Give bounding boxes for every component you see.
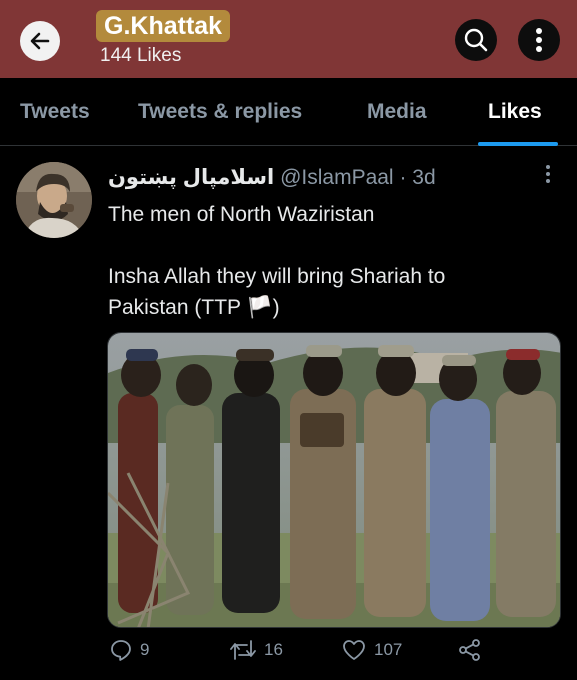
active-tab-indicator [478, 142, 558, 146]
more-vertical-icon [536, 28, 542, 52]
tweet-text-line: The men of North Waziristan [108, 203, 375, 226]
tab-likes[interactable]: Likes [488, 78, 542, 146]
retweet-button[interactable]: 16 [230, 639, 283, 661]
tweet-text: The men of North Waziristan Insha Allah … [108, 199, 548, 323]
separator-dot: · [399, 166, 407, 189]
reply-icon [111, 640, 131, 661]
tweet-time[interactable]: 3d [412, 166, 435, 189]
back-arrow-icon [30, 32, 50, 50]
retweet-icon [230, 640, 256, 660]
share-icon [459, 639, 480, 661]
user-handle[interactable]: @IslamPaal [280, 166, 394, 189]
tweet-media-photo[interactable] [107, 332, 561, 628]
more-options-button[interactable] [518, 19, 560, 61]
reply-button[interactable]: 9 [110, 639, 149, 661]
tweet[interactable]: اسلامپال پښتون @IslamPaal · 3d The men o… [0, 147, 577, 680]
more-vertical-icon [546, 165, 550, 183]
tweet-actions: 9 16 107 [0, 639, 577, 669]
tweet-more-button[interactable] [538, 163, 558, 187]
reply-count: 9 [140, 640, 150, 659]
back-button[interactable] [20, 21, 60, 61]
heart-icon [343, 640, 365, 660]
search-button[interactable] [455, 19, 497, 61]
profile-header: G.Khattak 144 Likes [0, 0, 577, 78]
profile-title: G.Khattak [96, 10, 231, 42]
avatar[interactable] [16, 162, 92, 238]
likes-count: 144 Likes [100, 45, 182, 66]
like-count: 107 [374, 640, 403, 659]
like-button[interactable]: 107 [342, 639, 402, 661]
search-icon [464, 28, 488, 52]
share-button[interactable] [458, 639, 482, 661]
display-name[interactable]: اسلامپال پښتون [108, 166, 274, 189]
tab-tweets-replies[interactable]: Tweets & replies [138, 78, 302, 146]
tweet-text-line: Pakistan (TTP 🏳️) [108, 296, 280, 319]
retweet-count: 16 [264, 640, 283, 659]
profile-tabs: Tweets Tweets & replies Media Likes [0, 78, 577, 146]
tab-media[interactable]: Media [367, 78, 427, 146]
avatar-image [16, 162, 92, 238]
tweet-header: اسلامپال پښتون @IslamPaal · 3d [108, 163, 436, 193]
group-photo [108, 333, 560, 627]
tab-tweets[interactable]: Tweets [20, 78, 90, 146]
tweet-text-line: Insha Allah they will bring Shariah to [108, 265, 446, 288]
